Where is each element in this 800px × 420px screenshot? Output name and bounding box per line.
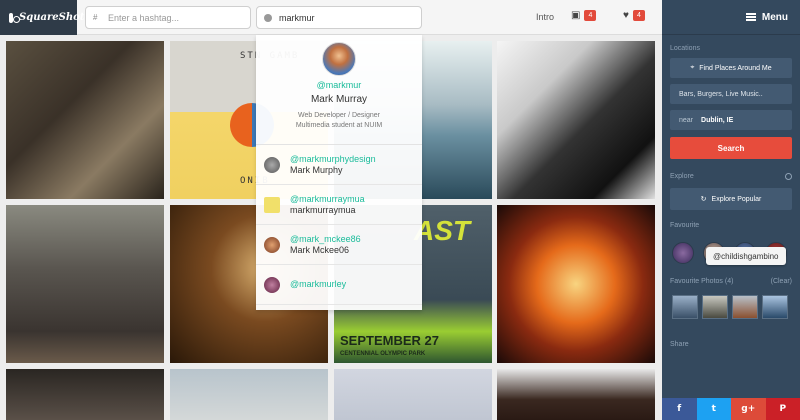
profile-bio: Web Developer / Designer Multimedia stud… xyxy=(256,111,422,131)
result-handle: @markmurraymua xyxy=(290,193,365,204)
google-plus-share-button[interactable]: g+ xyxy=(731,398,766,420)
avatar xyxy=(264,236,280,253)
likes-count-badge: 4 xyxy=(632,10,645,21)
app-name: SquareShot xyxy=(19,12,85,23)
user-result-row[interactable]: @markmurraymua markmurraymua xyxy=(256,185,422,225)
result-handle: @mark_mckee86 xyxy=(290,233,361,244)
user-icon xyxy=(264,13,272,22)
photo-tile[interactable] xyxy=(170,369,328,420)
facebook-share-button[interactable]: f xyxy=(662,398,697,420)
user-result-row[interactable]: @markmurphydesign Mark Murphy xyxy=(256,145,422,185)
photo-tile[interactable] xyxy=(6,369,164,420)
near-location-input[interactable]: near Dublin, IE xyxy=(670,110,792,130)
app-logo[interactable]: SquareShot xyxy=(0,0,84,35)
user-search-value: markmur xyxy=(279,12,315,23)
camera-icon xyxy=(9,12,20,23)
search-button[interactable]: Search xyxy=(670,137,792,159)
user-result-row[interactable]: @markmurley xyxy=(256,265,422,305)
profile-handle: @markmur xyxy=(316,80,362,90)
favourite-users-title: Favourite xyxy=(662,222,800,229)
section-title: Locations xyxy=(670,45,700,52)
menu-label: Menu xyxy=(761,11,788,23)
menu-toggle[interactable]: Menu xyxy=(662,0,800,35)
find-places-label: Find Places Around Me xyxy=(699,64,772,72)
user-search-dropdown: @markmur Mark Murray Web Developer / Des… xyxy=(256,35,422,310)
favourite-photo-thumb[interactable] xyxy=(732,295,758,319)
photo-tile[interactable] xyxy=(6,41,164,199)
result-handle: @markmurphydesign xyxy=(290,153,376,164)
place-query-value: Bars, Burgers, Live Music.. xyxy=(679,90,763,98)
poster-text: AST xyxy=(414,215,470,246)
favourite-user-avatar[interactable] xyxy=(672,242,694,264)
avatar xyxy=(264,156,280,173)
user-search-input[interactable]: markmur xyxy=(256,6,422,29)
search-label: Search xyxy=(717,143,745,153)
section-title: Explore xyxy=(670,173,694,180)
pinterest-share-button[interactable]: P xyxy=(765,398,800,420)
profile-bio-line: Web Developer / Designer xyxy=(298,112,380,119)
profile-result[interactable]: @markmur Mark Murray Web Developer / Des… xyxy=(256,35,422,145)
heart-icon: ♥ xyxy=(623,10,629,21)
avatar xyxy=(264,276,280,293)
avatar xyxy=(322,42,356,76)
section-title: Share xyxy=(670,341,689,348)
inbox-count-badge: 4 xyxy=(584,10,597,21)
find-places-button[interactable]: ⌖ Find Places Around Me xyxy=(670,58,792,78)
favourite-photo-thumb[interactable] xyxy=(672,295,698,319)
share-buttons: f t g+ P xyxy=(662,398,800,420)
locations-section-title: Locations xyxy=(662,45,800,52)
section-title: Favourite xyxy=(670,222,700,229)
favourite-photos xyxy=(662,295,800,319)
profile-name: Mark Murray xyxy=(310,94,368,105)
photo-tile[interactable] xyxy=(497,41,655,199)
photo-tile[interactable] xyxy=(6,205,164,363)
explore-popular-button[interactable]: ↻ Explore Popular xyxy=(670,188,792,210)
result-name: Mark Murphy xyxy=(290,164,343,175)
location-pin-icon: ⌖ xyxy=(690,64,695,71)
user-result-row[interactable]: @mark_mckee86 Mark Mckee06 xyxy=(256,225,422,265)
photo-tile[interactable] xyxy=(497,205,655,363)
profile-bio-line: Multimedia student at NUIM xyxy=(295,122,383,129)
sidebar: Menu Locations ⌖ Find Places Around Me B… xyxy=(662,0,800,420)
hashtag-search-input[interactable]: # Enter a hashtag... xyxy=(85,6,251,29)
hashtag-placeholder: Enter a hashtag... xyxy=(108,12,180,23)
favourite-photo-thumb[interactable] xyxy=(702,295,728,319)
share-section-title: Share xyxy=(662,341,800,348)
inbox-icon: ▣ xyxy=(571,10,581,21)
favourite-photos-title: Favourite Photos (4) (Clear) xyxy=(662,278,800,285)
intro-link[interactable]: Intro xyxy=(536,12,554,22)
help-icon[interactable] xyxy=(785,173,792,180)
hash-icon: # xyxy=(93,13,98,22)
twitter-share-button[interactable]: t xyxy=(696,398,731,420)
result-name: markmurraymua xyxy=(290,204,356,215)
poster-text: SEPTEMBER 27 xyxy=(340,333,439,348)
near-value: Dublin, IE xyxy=(701,116,734,124)
top-bar: SquareShot # Enter a hashtag... markmur … xyxy=(0,0,662,35)
inbox-button[interactable]: ▣ 4 xyxy=(571,10,597,21)
hamburger-icon xyxy=(745,13,756,21)
clear-favourites-link[interactable]: (Clear) xyxy=(771,278,792,285)
result-name: Mark Mckee06 xyxy=(290,244,350,255)
near-label: near xyxy=(679,116,694,124)
user-tooltip: @childishgambino xyxy=(706,247,786,265)
favourite-photo-thumb[interactable] xyxy=(762,295,788,319)
photo-tile[interactable] xyxy=(334,369,492,420)
section-title: Favourite Photos (4) xyxy=(670,278,734,285)
poster-text: CENTENNIAL OLYMPIC PARK xyxy=(340,351,426,357)
explore-section-title: Explore xyxy=(662,173,800,180)
photo-tile[interactable] xyxy=(497,369,655,420)
explore-popular-label: Explore Popular xyxy=(711,195,762,203)
place-query-input[interactable]: Bars, Burgers, Live Music.. xyxy=(670,84,792,104)
refresh-icon: ↻ xyxy=(700,196,707,203)
likes-button[interactable]: ♥ 4 xyxy=(623,10,645,21)
avatar xyxy=(264,196,280,213)
result-handle: @markmurley xyxy=(290,279,347,289)
